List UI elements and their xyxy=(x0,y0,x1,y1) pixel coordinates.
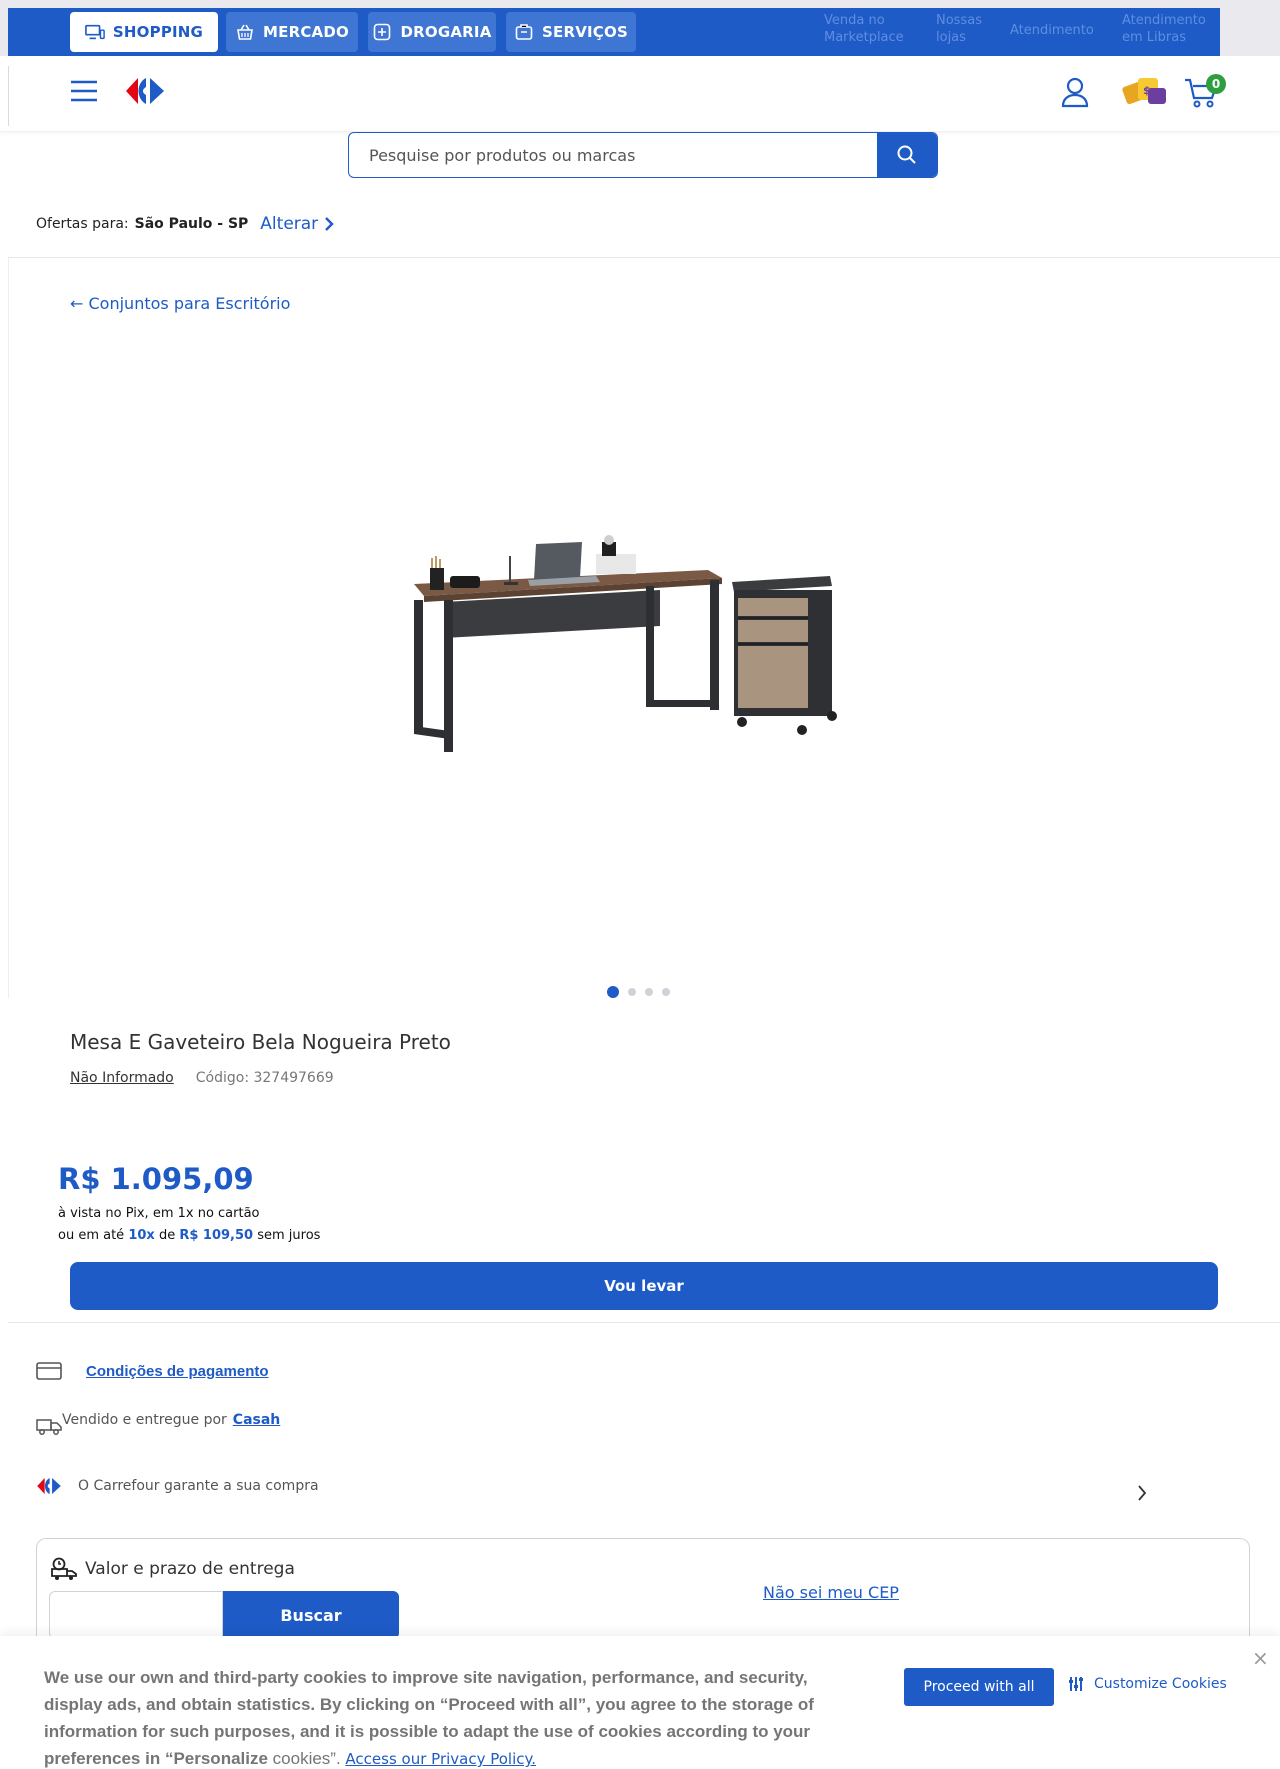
customize-cookies-button[interactable]: Customize Cookies xyxy=(1068,1676,1227,1692)
search-input[interactable] xyxy=(349,133,877,177)
cookie-text: We use our own and third-party cookies t… xyxy=(44,1664,844,1769)
guarantee-row[interactable]: O Carrefour garante a sua compra xyxy=(36,1476,1156,1496)
carrefour-logo[interactable] xyxy=(124,75,166,107)
proceed-with-all-button[interactable]: Proceed with all xyxy=(904,1668,1054,1706)
product-price: R$ 1.095,09 xyxy=(58,1162,254,1196)
coupons-icon[interactable]: $ xyxy=(1122,74,1170,108)
product-meta: Não Informado Código: 327497669 xyxy=(70,1070,334,1086)
delivery-truck-icon xyxy=(36,1419,62,1435)
gallery-dot-4[interactable] xyxy=(662,988,670,996)
cep-search-button[interactable]: Buscar xyxy=(223,1591,399,1639)
arrow-left-icon: ← xyxy=(70,294,89,313)
header-edge xyxy=(8,66,9,126)
link-stores-line1: Nossas xyxy=(936,13,982,28)
credit-card-icon xyxy=(36,1362,62,1380)
chevron-right-icon[interactable] xyxy=(324,217,334,231)
cart-count-badge: 0 xyxy=(1206,74,1226,94)
change-location-link[interactable]: Alterar xyxy=(260,214,318,234)
basket-icon xyxy=(237,24,253,40)
unknown-cep-link[interactable]: Não sei meu CEP xyxy=(763,1583,899,1602)
close-icon[interactable]: × xyxy=(1252,1646,1269,1670)
payment-conditions-row: Condições de pagamento xyxy=(36,1362,269,1380)
menu-icon[interactable] xyxy=(70,80,98,102)
user-icon[interactable] xyxy=(1060,76,1090,108)
sliders-icon xyxy=(1069,1677,1083,1691)
link-stores[interactable]: Nossas lojas xyxy=(936,12,982,46)
link-stores-line2: lojas xyxy=(936,30,966,45)
cep-input[interactable] xyxy=(49,1591,223,1639)
product-title: Mesa E Gaveteiro Bela Nogueira Preto xyxy=(70,1030,451,1054)
privacy-policy-link[interactable]: Access our Privacy Policy. xyxy=(345,1750,536,1768)
tab-drogaria-label: DROGARIA xyxy=(400,23,492,41)
cookie-banner: We use our own and third-party cookies t… xyxy=(0,1636,1280,1769)
tab-mercado[interactable]: MERCADO xyxy=(226,12,358,52)
delivery-clock-icon xyxy=(51,1557,77,1580)
tab-servicos[interactable]: SERVIÇOS xyxy=(506,12,636,52)
product-brand-link[interactable]: Não Informado xyxy=(70,1070,174,1086)
top-nav-bar: SHOPPING MERCADO DROGARIA SERVIÇOS Venda… xyxy=(0,0,1280,56)
search-button[interactable] xyxy=(877,133,937,177)
link-libras[interactable]: Atendimento em Libras xyxy=(1122,12,1206,46)
tab-shopping-label: SHOPPING xyxy=(112,23,204,41)
gallery-edge xyxy=(8,258,9,998)
installments-mid: de xyxy=(158,1228,176,1243)
computer-icon xyxy=(85,24,105,40)
link-marketplace[interactable]: Venda no Marketplace xyxy=(824,12,904,46)
section-divider xyxy=(8,257,1280,258)
shipping-title-label: Valor e prazo de entrega xyxy=(85,1559,295,1579)
gallery-dot-3[interactable] xyxy=(645,988,653,996)
search-bar xyxy=(348,132,938,178)
gallery-dot-1[interactable] xyxy=(607,986,619,998)
carrefour-small-logo-icon xyxy=(37,1477,61,1495)
link-libras-line1: Atendimento xyxy=(1122,13,1206,28)
link-marketplace-line1: Venda no xyxy=(824,13,885,28)
link-support-line1: Atendimento xyxy=(1010,23,1094,38)
installment-value: R$ 109,50 xyxy=(179,1228,254,1243)
product-image[interactable] xyxy=(400,520,890,770)
installments-line: ou em até 10x de R$ 109,50 sem juros xyxy=(58,1228,320,1243)
gallery-dot-2[interactable] xyxy=(628,988,636,996)
seller-link[interactable]: Casah xyxy=(233,1412,280,1428)
installments-suffix: sem juros xyxy=(257,1228,321,1243)
breadcrumb[interactable]: ← Conjuntos para Escritório xyxy=(70,294,290,313)
main-header: $ 0 xyxy=(0,56,1280,132)
cookie-text-plain: cookies”. xyxy=(267,1749,341,1768)
installments-count: 10x xyxy=(128,1228,155,1243)
seller-row: Vendido e entregue por Casah xyxy=(36,1412,280,1436)
tab-drogaria[interactable]: DROGARIA xyxy=(368,12,496,52)
link-marketplace-line2: Marketplace xyxy=(824,30,904,45)
breadcrumb-label: Conjuntos para Escritório xyxy=(88,294,291,313)
top-nav-inner: SHOPPING MERCADO DROGARIA SERVIÇOS Venda… xyxy=(8,8,1220,56)
link-support[interactable]: Atendimento xyxy=(1010,22,1094,39)
seller-prefix: Vendido e entregue por xyxy=(62,1412,227,1428)
location-selector: Ofertas para: São Paulo - SP Alterar xyxy=(36,214,334,234)
shipping-calculator: Valor e prazo de entrega Buscar Não sei … xyxy=(36,1538,1250,1648)
shipping-title: Valor e prazo de entrega xyxy=(51,1557,295,1581)
link-libras-line2: em Libras xyxy=(1122,30,1186,45)
location-prefix: Ofertas para: xyxy=(36,216,129,232)
tab-shopping[interactable]: SHOPPING xyxy=(70,12,218,52)
search-icon xyxy=(897,145,916,164)
section-divider-2 xyxy=(8,1322,1280,1323)
buy-button[interactable]: Vou levar xyxy=(70,1262,1218,1310)
location-city: São Paulo - SP xyxy=(134,216,249,232)
price-pix-line: à vista no Pix, em 1x no cartão xyxy=(58,1206,260,1221)
services-icon xyxy=(515,24,533,40)
tab-mercado-label: MERCADO xyxy=(263,23,349,41)
tab-servicos-label: SERVIÇOS xyxy=(542,23,628,41)
guarantee-text: O Carrefour garante a sua compra xyxy=(78,1478,319,1494)
pharmacy-icon xyxy=(374,23,391,41)
customize-cookies-label: Customize Cookies xyxy=(1094,1676,1227,1692)
chevron-right-icon[interactable] xyxy=(1136,1484,1148,1502)
gallery-pagination xyxy=(607,986,670,998)
payment-conditions-link[interactable]: Condições de pagamento xyxy=(86,1363,269,1380)
svg-text:$: $ xyxy=(1143,84,1151,97)
product-code: Código: 327497669 xyxy=(195,1070,334,1086)
installments-prefix: ou em até xyxy=(58,1228,125,1243)
